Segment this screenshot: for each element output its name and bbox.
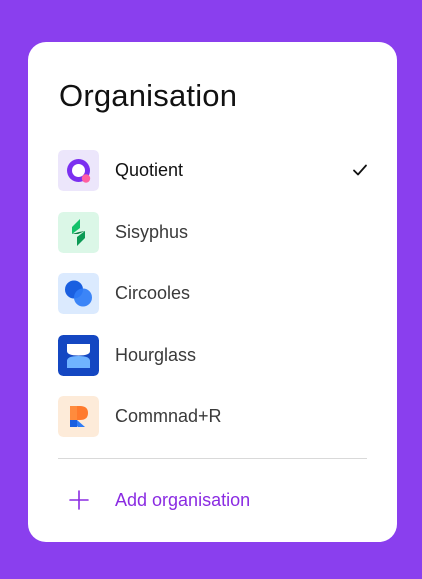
organisation-list: Quotient Sisyphus Circooles Hourglass Co… [58,150,368,458]
org-item-circooles[interactable]: Circooles [58,273,368,314]
org-item-hourglass[interactable]: Hourglass [58,334,368,376]
org-item-quotient[interactable]: Quotient [58,150,368,191]
org-item-commnad-r[interactable]: Commnad+R [58,396,368,437]
checkmark-icon [352,162,368,178]
add-organisation-label: Add organisation [115,489,251,510]
add-organisation-button[interactable]: Add organisation [58,482,368,518]
org-item-sisyphus[interactable]: Sisyphus [58,211,368,253]
org-name: Commnad+R [115,406,222,426]
org-name: Sisyphus [115,221,189,242]
org-name: Hourglass [115,344,197,365]
org-name: Circooles [115,283,191,303]
quotient-logo-icon [58,150,99,191]
page-title: Organisation [59,78,238,113]
commnad-r-logo-icon [58,396,99,437]
plus-icon [58,482,99,518]
org-name: Quotient [115,160,184,180]
hourglass-logo-icon [58,334,99,376]
divider [58,458,367,459]
circooles-logo-icon [58,273,99,314]
organisation-card: Organisation Quotient Sisyphus Circooles… [28,42,397,542]
sisyphus-logo-icon [58,211,99,253]
